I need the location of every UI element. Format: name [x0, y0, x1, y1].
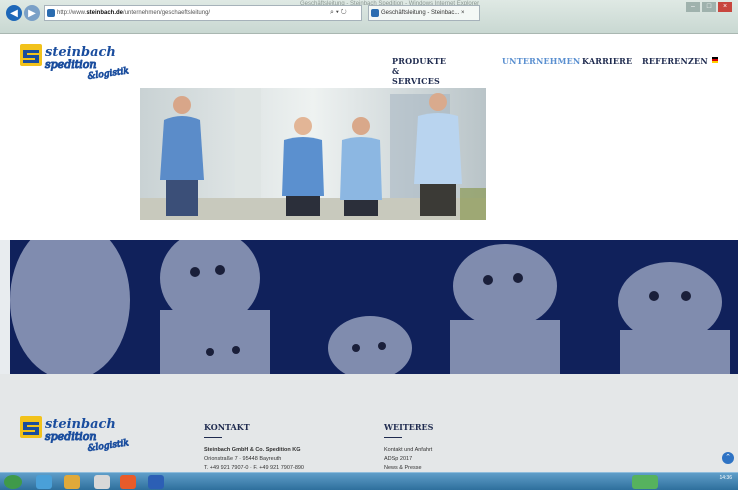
contact-divider [204, 437, 222, 438]
steinbach-logo[interactable]: steinbach spedition &logistik [20, 42, 150, 82]
browser-tab[interactable]: Geschäftsleitung - Steinbac... × [368, 5, 480, 21]
nav-products[interactable]: PRODUKTE & SERVICES [392, 56, 446, 86]
back-button[interactable]: ◀ [6, 5, 22, 21]
ie-taskbar-icon[interactable] [36, 475, 52, 489]
url-domain: steinbach.de [86, 10, 124, 16]
more-divider [384, 437, 402, 438]
word-taskbar-icon[interactable] [148, 475, 164, 489]
contact-heading: KONTAKT [204, 422, 250, 432]
nav-careers[interactable]: KARRIERE [582, 56, 632, 66]
contact-company: Steinbach GmbH & Co. Spedition KG [204, 447, 301, 453]
close-button[interactable]: × [718, 2, 732, 12]
address-actions[interactable]: ⌕ ▾ ↻ [330, 5, 347, 21]
site-footer: steinbach spedition &logistik KONTAKT St… [0, 374, 738, 472]
link-adsp[interactable]: ADSp 2017 [384, 455, 433, 464]
german-flag-icon[interactable] [712, 57, 718, 63]
footer-logo-line2: spedition [45, 430, 96, 443]
address-bar[interactable]: http://www.steinbach.de/unternehmen/gesc… [44, 5, 362, 21]
maximize-button[interactable]: □ [702, 2, 716, 12]
favicon-icon [47, 9, 55, 17]
url-prefix: http://www. [57, 10, 87, 16]
meerkat-banner [10, 240, 738, 374]
link-contact-directions[interactable]: Kontakt und Anfahrt [384, 446, 433, 455]
media-taskbar-icon[interactable] [120, 475, 136, 489]
windows-taskbar: 14:36 [0, 472, 738, 490]
contact-address: Orionstraße 7 · 95448 Bayreuth [204, 456, 282, 462]
team-photo [140, 88, 486, 220]
content-area [0, 88, 738, 240]
tray-app-icon[interactable] [632, 475, 658, 489]
url-path: /unternehmen/geschaeftsleitung/ [123, 10, 211, 16]
start-button[interactable] [4, 475, 22, 489]
minimize-button[interactable]: – [686, 2, 700, 12]
browser-chrome: Geschäftsleitung - Steinbach Spedition -… [0, 0, 738, 34]
meerkat-image [10, 240, 730, 374]
app-taskbar-icon[interactable] [94, 475, 110, 489]
site-header: steinbach spedition &logistik PRODUKTE &… [0, 34, 738, 90]
nav-references[interactable]: REFERENZEN [642, 56, 708, 66]
footer-logo[interactable]: steinbach spedition &logistik [20, 414, 150, 454]
forward-button[interactable]: ▶ [24, 5, 40, 21]
footer-contact: KONTAKT Steinbach GmbH & Co. Spedition K… [204, 422, 304, 473]
window-controls: – □ × [684, 2, 732, 12]
scroll-top-button[interactable]: ⌃ [722, 452, 734, 464]
footer-more: WEITERES Kontakt und Anfahrt ADSp 2017 N… [384, 422, 433, 473]
explorer-taskbar-icon[interactable] [64, 475, 80, 489]
taskbar-clock[interactable]: 14:36 [719, 475, 732, 481]
tab-favicon-icon [371, 9, 379, 17]
more-heading: WEITERES [384, 422, 434, 432]
tab-title: Geschäftsleitung - Steinbac... × [381, 10, 465, 16]
logo-line2: spedition [45, 58, 96, 71]
nav-company[interactable]: UNTERNEHMEN [502, 56, 580, 66]
